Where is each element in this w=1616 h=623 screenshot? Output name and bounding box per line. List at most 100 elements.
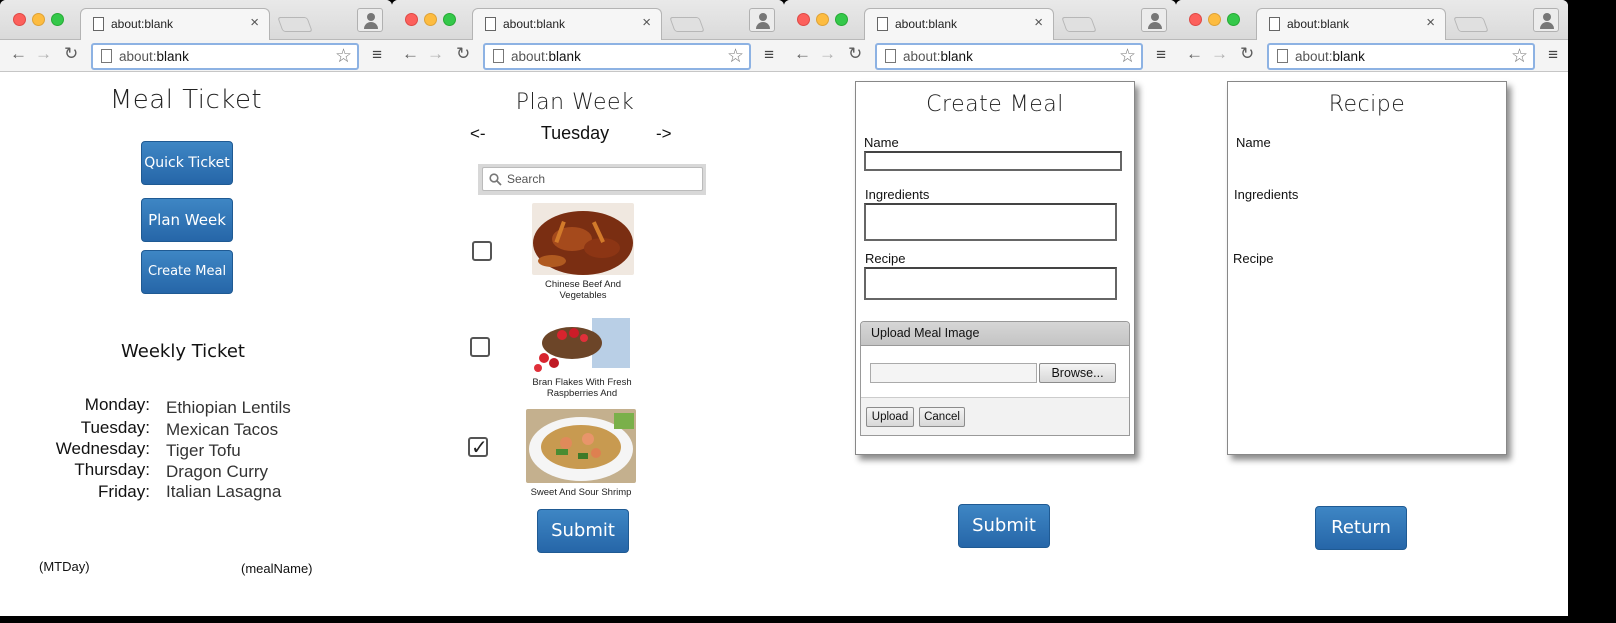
page-content: Meal Ticket Quick Ticket Plan Week Creat… — [0, 73, 392, 616]
tab-close-icon[interactable]: × — [1034, 14, 1043, 31]
new-tab-button[interactable] — [1453, 17, 1489, 32]
search-icon — [489, 173, 502, 186]
upload-dialog-header: Upload Meal Image — [861, 322, 1129, 346]
url-text: about:blank — [119, 49, 189, 64]
new-tab-button[interactable] — [1061, 17, 1097, 32]
tab-close-icon[interactable]: × — [642, 14, 651, 31]
menu-icon[interactable]: ≡ — [1548, 45, 1558, 65]
ingredients-label: Ingredients — [1234, 187, 1299, 202]
close-window-button[interactable] — [797, 13, 810, 26]
back-icon[interactable]: ← — [794, 44, 811, 64]
meal-friday: Italian Lasagna — [166, 482, 282, 501]
meal-thursday: Dragon Curry — [166, 462, 269, 481]
tab-title: about:blank — [111, 17, 174, 31]
bookmark-star-icon[interactable]: ☆ — [727, 45, 744, 68]
browser-window-meal-ticket: about:blank × ← → ↻ about:blank ☆ ≡ Meal… — [0, 0, 392, 616]
day-label-tuesday: Tuesday: — [80, 418, 150, 437]
page-icon — [885, 49, 896, 63]
address-bar[interactable]: about:blank ☆ — [483, 43, 751, 70]
browser-window-recipe: about:blank × ← → ↻ about:blank ☆ ≡ Reci… — [1176, 0, 1568, 616]
close-window-button[interactable] — [13, 13, 26, 26]
meal-checkbox[interactable] — [472, 241, 492, 261]
name-input[interactable] — [864, 151, 1122, 171]
bookmark-star-icon[interactable]: ☆ — [335, 45, 352, 68]
bookmark-star-icon[interactable]: ☆ — [1511, 45, 1528, 68]
back-icon[interactable]: ← — [402, 44, 419, 64]
panel-title: Recipe — [1328, 92, 1406, 117]
search-input[interactable]: Search — [482, 167, 703, 191]
close-window-button[interactable] — [1189, 13, 1202, 26]
return-button[interactable]: Return — [1315, 506, 1407, 550]
tab-close-icon[interactable]: × — [1426, 14, 1435, 31]
minimize-window-button[interactable] — [816, 13, 829, 26]
close-window-button[interactable] — [405, 13, 418, 26]
check-icon: ✓ — [471, 437, 488, 459]
reload-icon[interactable]: ↻ — [64, 44, 78, 64]
browser-tab[interactable]: about:blank × — [472, 8, 662, 40]
create-meal-panel: Create Meal Name Ingredients Recipe Uplo… — [855, 81, 1135, 455]
file-path-input[interactable] — [870, 363, 1037, 383]
meal-checkbox-checked[interactable]: ✓ — [468, 437, 488, 459]
zoom-window-button[interactable] — [443, 13, 456, 26]
meal-caption: Bran Flakes With Fresh Raspberries And — [532, 377, 632, 399]
plan-week-button[interactable]: Plan Week — [141, 198, 233, 242]
tab-close-icon[interactable]: × — [250, 14, 259, 31]
submit-button[interactable]: Submit — [958, 504, 1050, 548]
upload-dialog: Upload Meal Image Browse... Upload Cance… — [860, 321, 1130, 436]
forward-icon[interactable]: → — [427, 44, 444, 64]
minimize-window-button[interactable] — [1208, 13, 1221, 26]
zoom-window-button[interactable] — [51, 13, 64, 26]
bookmark-star-icon[interactable]: ☆ — [1119, 45, 1136, 68]
meal-image-sweet-sour-shrimp — [526, 409, 636, 483]
ingredients-input[interactable] — [864, 203, 1117, 241]
recipe-input[interactable] — [864, 267, 1117, 300]
profile-icon[interactable] — [1141, 8, 1167, 32]
minimize-window-button[interactable] — [32, 13, 45, 26]
minimize-window-button[interactable] — [424, 13, 437, 26]
browser-window-create-meal: about:blank × ← → ↻ about:blank ☆ ≡ Crea… — [784, 0, 1176, 616]
page-title: Plan Week — [515, 90, 635, 115]
browser-tab[interactable]: about:blank × — [1256, 8, 1446, 40]
address-bar[interactable]: about:blank ☆ — [1267, 43, 1535, 70]
profile-icon[interactable] — [357, 8, 383, 32]
new-tab-button[interactable] — [669, 17, 705, 32]
day-label-friday: Friday: — [98, 482, 150, 501]
profile-icon[interactable] — [1533, 8, 1559, 32]
next-day-arrow[interactable]: -> — [656, 124, 672, 144]
address-bar[interactable]: about:blank ☆ — [91, 43, 359, 70]
address-bar[interactable]: about:blank ☆ — [875, 43, 1143, 70]
name-label: Name — [864, 135, 899, 150]
page-content: Create Meal Name Ingredients Recipe Uplo… — [784, 73, 1176, 616]
page-icon — [1269, 17, 1280, 31]
page-icon — [877, 17, 888, 31]
browse-button[interactable]: Browse... — [1039, 363, 1116, 383]
cancel-button[interactable]: Cancel — [919, 407, 965, 427]
menu-icon[interactable]: ≡ — [764, 45, 774, 65]
new-tab-button[interactable] — [277, 17, 313, 32]
weekly-ticket-heading: Weekly Ticket — [121, 341, 245, 362]
back-icon[interactable]: ← — [1186, 44, 1203, 64]
tab-bar: about:blank × — [0, 0, 392, 40]
reload-icon[interactable]: ↻ — [1240, 44, 1254, 64]
create-meal-button[interactable]: Create Meal — [141, 250, 233, 294]
upload-button[interactable]: Upload — [866, 407, 914, 427]
url-text: about:blank — [1295, 49, 1365, 64]
zoom-window-button[interactable] — [1227, 13, 1240, 26]
reload-icon[interactable]: ↻ — [848, 44, 862, 64]
forward-icon[interactable]: → — [35, 44, 52, 64]
browser-tab[interactable]: about:blank × — [80, 8, 270, 40]
forward-icon[interactable]: → — [819, 44, 836, 64]
day-label-thursday: Thursday: — [74, 460, 150, 479]
submit-button[interactable]: Submit — [537, 509, 629, 553]
menu-icon[interactable]: ≡ — [372, 45, 382, 65]
browser-tab[interactable]: about:blank × — [864, 8, 1054, 40]
back-icon[interactable]: ← — [10, 44, 27, 64]
forward-icon[interactable]: → — [1211, 44, 1228, 64]
meal-checkbox[interactable] — [470, 337, 490, 357]
zoom-window-button[interactable] — [835, 13, 848, 26]
menu-icon[interactable]: ≡ — [1156, 45, 1166, 65]
profile-icon[interactable] — [749, 8, 775, 32]
reload-icon[interactable]: ↻ — [456, 44, 470, 64]
page-content: Plan Week <- Tuesday -> Search Chinese B… — [392, 73, 784, 616]
quick-ticket-button[interactable]: Quick Ticket — [141, 141, 233, 185]
